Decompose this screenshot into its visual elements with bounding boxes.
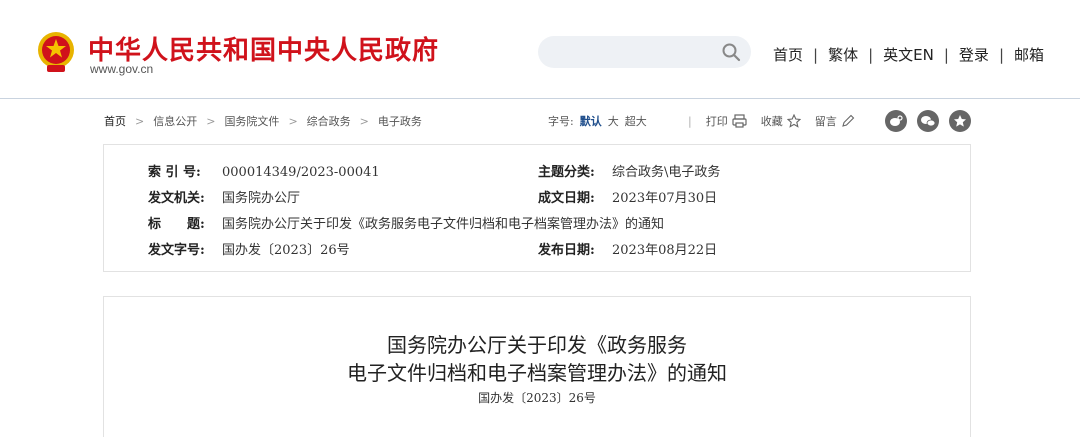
- font-size-default[interactable]: 默认: [580, 113, 602, 129]
- meta-category-label: 主题分类:: [538, 165, 595, 180]
- chevron-right-icon: >: [206, 114, 216, 128]
- breadcrumb-home[interactable]: 首页: [104, 113, 126, 129]
- document-title-line2: 电子文件归档和电子档案管理办法》的通知: [347, 361, 727, 385]
- meta-issuer-label: 发文机关:: [148, 191, 205, 206]
- national-emblem-icon[interactable]: [36, 30, 76, 74]
- nav-separator: |: [943, 45, 949, 64]
- qzone-star-icon[interactable]: [949, 110, 971, 132]
- comment-label[interactable]: 留言: [815, 113, 837, 129]
- document-number: 国办发〔2023〕26号: [478, 391, 596, 405]
- meta-created-value: 2023年07月30日: [612, 191, 718, 206]
- nav-english[interactable]: 英文EN: [883, 44, 934, 65]
- breadcrumb: 首页 > 信息公开 > 国务院文件 > 综合政务 > 电子政务: [104, 113, 422, 129]
- star-icon[interactable]: [786, 114, 801, 128]
- meta-created: 成文日期: 2023年07月30日: [538, 187, 717, 206]
- meta-published-label: 发布日期:: [538, 243, 595, 258]
- nav-separator: |: [998, 45, 1004, 64]
- meta-issuer: 发文机关: 国务院办公厅: [148, 187, 300, 206]
- top-nav: 首页 | 繁体 | 英文EN | 登录 | 邮箱: [773, 44, 1044, 65]
- site-url: www.gov.cn: [90, 62, 154, 76]
- meta-docno-label: 发文字号:: [148, 243, 205, 258]
- search-input[interactable]: [552, 42, 716, 64]
- nav-traditional[interactable]: 繁体: [828, 44, 858, 65]
- breadcrumb-state-council-docs[interactable]: 国务院文件: [224, 113, 279, 129]
- nav-login[interactable]: 登录: [959, 44, 989, 65]
- search-box[interactable]: [538, 36, 751, 68]
- meta-category: 主题分类: 综合政务\电子政务: [538, 161, 720, 180]
- meta-index: 索 引 号: 000014349/2023-00041: [148, 161, 380, 180]
- chevron-right-icon: >: [135, 114, 145, 128]
- article-tools: | 打印 收藏 留言: [688, 113, 869, 129]
- font-size-label: 字号:: [548, 115, 574, 128]
- print-label[interactable]: 打印: [706, 113, 728, 129]
- nav-separator: |: [813, 45, 819, 64]
- meta-docno: 发文字号: 国办发〔2023〕26号: [148, 239, 350, 258]
- breadcrumb-general-affairs[interactable]: 综合政务: [307, 113, 351, 129]
- meta-index-value: 000014349/2023-00041: [222, 165, 380, 180]
- site-header: 中华人民共和国中央人民政府 www.gov.cn 首页 | 繁体 | 英文EN …: [0, 0, 1080, 99]
- nav-mail[interactable]: 邮箱: [1014, 44, 1044, 65]
- font-size-large[interactable]: 大: [608, 113, 619, 129]
- meta-title-label: 标 题:: [148, 217, 205, 232]
- breadcrumb-e-government[interactable]: 电子政务: [378, 113, 422, 129]
- font-size-selector: 字号: 默认 大 超大: [548, 113, 647, 129]
- divider: |: [688, 114, 692, 128]
- weibo-icon[interactable]: [885, 110, 907, 132]
- pencil-icon[interactable]: [841, 114, 855, 128]
- nav-home[interactable]: 首页: [773, 44, 803, 65]
- meta-published: 发布日期: 2023年08月22日: [538, 239, 717, 258]
- chevron-right-icon: >: [288, 114, 298, 128]
- document-title-line1: 国务院办公厅关于印发《政务服务: [387, 333, 687, 357]
- share-buttons: [885, 110, 971, 132]
- meta-title: 标 题: 国务院办公厅关于印发《政务服务电子文件归档和电子档案管理办法》的通知: [148, 213, 664, 232]
- favorite-label[interactable]: 收藏: [761, 113, 783, 129]
- font-size-xlarge[interactable]: 超大: [625, 113, 647, 129]
- search-icon[interactable]: [721, 42, 741, 62]
- meta-index-label: 索 引 号:: [148, 165, 201, 180]
- meta-published-value: 2023年08月22日: [612, 243, 718, 258]
- document-metadata-panel: 索 引 号: 000014349/2023-00041 主题分类: 综合政务\电子政…: [103, 144, 971, 272]
- meta-category-value: 综合政务\电子政务: [612, 165, 721, 180]
- meta-docno-value: 国办发〔2023〕26号: [222, 243, 350, 258]
- print-icon[interactable]: [732, 114, 747, 128]
- document-body: 国务院办公厅关于印发《政务服务 电子文件归档和电子档案管理办法》的通知 国办发〔…: [103, 296, 971, 437]
- chevron-right-icon: >: [359, 114, 369, 128]
- nav-separator: |: [868, 45, 874, 64]
- article-toolbar: 首页 > 信息公开 > 国务院文件 > 综合政务 > 电子政务 字号: 默认 大…: [104, 110, 971, 132]
- breadcrumb-info[interactable]: 信息公开: [153, 113, 197, 129]
- meta-created-label: 成文日期:: [538, 191, 595, 206]
- meta-title-value: 国务院办公厅关于印发《政务服务电子文件归档和电子档案管理办法》的通知: [222, 217, 665, 232]
- meta-issuer-value: 国务院办公厅: [222, 191, 301, 206]
- wechat-icon[interactable]: [917, 110, 939, 132]
